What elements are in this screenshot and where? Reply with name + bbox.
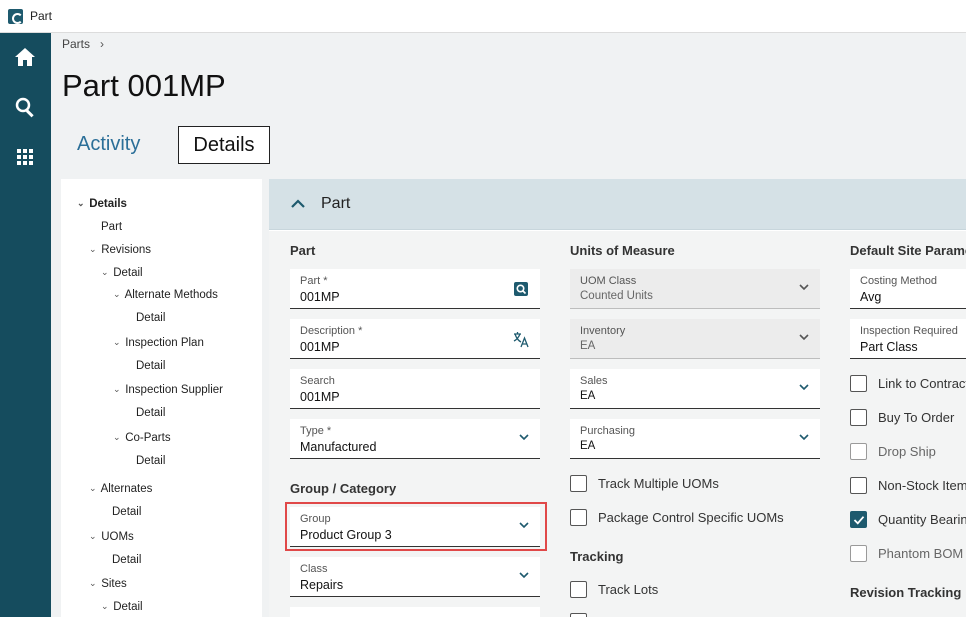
tree-item-sites-detail[interactable]: ⌄ Detail [101, 601, 143, 613]
nav-rail [0, 33, 51, 617]
checkmark-icon [853, 515, 864, 525]
chevron-down-icon: ⌄ [113, 432, 121, 442]
section-title-group-category: Group / Category [290, 481, 397, 496]
class-select[interactable]: Class Repairs [290, 557, 540, 597]
tab-details[interactable]: Details [178, 126, 270, 164]
tree-item-uoms[interactable]: ⌄ UOMs [89, 531, 134, 543]
tree-item-co-parts-detail[interactable]: Detail [136, 455, 165, 467]
app-title: Part [30, 9, 53, 23]
tree-item-alternates-detail[interactable]: Detail [112, 506, 141, 518]
section-title-units-of-measure: Units of Measure [570, 243, 675, 258]
chevron-down-icon: ⌄ [113, 337, 121, 347]
part-field[interactable]: Part * 001MP [290, 269, 540, 309]
inventory-uom-select[interactable]: Inventory EA [570, 319, 820, 359]
chevron-down-icon: ⌄ [113, 384, 121, 394]
description-field[interactable]: Description * 001MP [290, 319, 540, 359]
chevron-down-icon: ⌄ [89, 531, 97, 541]
tab-activity[interactable]: Activity [77, 126, 140, 164]
apps-grid-icon[interactable] [13, 145, 37, 169]
panel-title: Part [321, 195, 351, 212]
breadcrumb-separator: › [100, 37, 105, 51]
search-lookup-icon[interactable] [512, 280, 530, 298]
chevron-up-icon[interactable] [289, 195, 307, 213]
chevron-down-icon: ⌄ [89, 483, 97, 493]
chevron-down-icon [799, 334, 809, 341]
section-title-tracking: Tracking [570, 549, 624, 564]
details-tree: ⌄ Details Part ⌄ Revisions ⌄ Detail ⌄ Al… [61, 179, 262, 617]
uom-class-select[interactable]: UOM Class Counted Units [570, 269, 820, 309]
chevron-down-icon [519, 434, 529, 441]
tree-item-alternate-methods[interactable]: ⌄ Alternate Methods [113, 289, 218, 301]
breadcrumb: Parts › [62, 37, 104, 51]
tree-item-inspection-supplier-detail[interactable]: Detail [136, 407, 165, 419]
search-field[interactable]: Search 001MP [290, 369, 540, 409]
chevron-down-icon [799, 284, 809, 291]
title-bar: Part [0, 0, 966, 33]
tree-item-uoms-detail[interactable]: Detail [112, 554, 141, 566]
tree-item-details[interactable]: ⌄ Details [77, 198, 127, 210]
tree-item-sites[interactable]: ⌄ Sites [89, 578, 127, 590]
chevron-down-icon [799, 384, 809, 391]
translate-icon[interactable] [512, 330, 530, 348]
chevron-down-icon: ⌄ [113, 289, 121, 299]
chevron-down-icon: ⌄ [101, 267, 109, 277]
section-title-default-site-parameters: Default Site Paramet [850, 243, 966, 258]
tree-item-alternates[interactable]: ⌄ Alternates [89, 483, 152, 495]
tree-item-part[interactable]: Part [101, 221, 122, 233]
group-highlight-box [285, 502, 547, 551]
panel-header: Part [269, 179, 966, 230]
chevron-down-icon: ⌄ [77, 198, 85, 208]
home-icon[interactable] [13, 45, 37, 69]
tree-item-inspection-plan-detail[interactable]: Detail [136, 360, 165, 372]
breadcrumb-parts-link[interactable]: Parts [62, 37, 90, 51]
chevron-down-icon [799, 434, 809, 441]
chevron-down-icon [519, 572, 529, 579]
chevron-down-icon: ⌄ [89, 244, 97, 254]
section-title-part: Part [290, 243, 316, 258]
purchasing-uom-select[interactable]: Purchasing EA [570, 419, 820, 459]
tree-item-inspection-plan[interactable]: ⌄ Inspection Plan [113, 337, 204, 349]
costing-method-field[interactable]: Costing Method Avg [850, 269, 966, 309]
tree-item-alternate-methods-detail[interactable]: Detail [136, 312, 165, 324]
chevron-down-icon: ⌄ [101, 601, 109, 611]
next-field-partial[interactable] [290, 607, 540, 617]
page-title: Part 001MP [62, 68, 226, 103]
sales-uom-select[interactable]: Sales EA [570, 369, 820, 409]
section-title-revision-tracking: Revision Tracking [850, 585, 962, 600]
chevron-down-icon: ⌄ [89, 578, 97, 588]
app-logo-icon [8, 9, 23, 24]
tree-item-revisions-detail[interactable]: ⌄ Detail [101, 267, 143, 279]
tree-item-co-parts[interactable]: ⌄ Co-Parts [113, 432, 171, 444]
search-icon[interactable] [13, 95, 37, 119]
tree-item-revisions[interactable]: ⌄ Revisions [89, 244, 151, 256]
inspection-required-field[interactable]: Inspection Required Part Class [850, 319, 966, 359]
tree-item-inspection-supplier[interactable]: ⌄ Inspection Supplier [113, 384, 223, 396]
type-select[interactable]: Type * Manufactured [290, 419, 540, 459]
